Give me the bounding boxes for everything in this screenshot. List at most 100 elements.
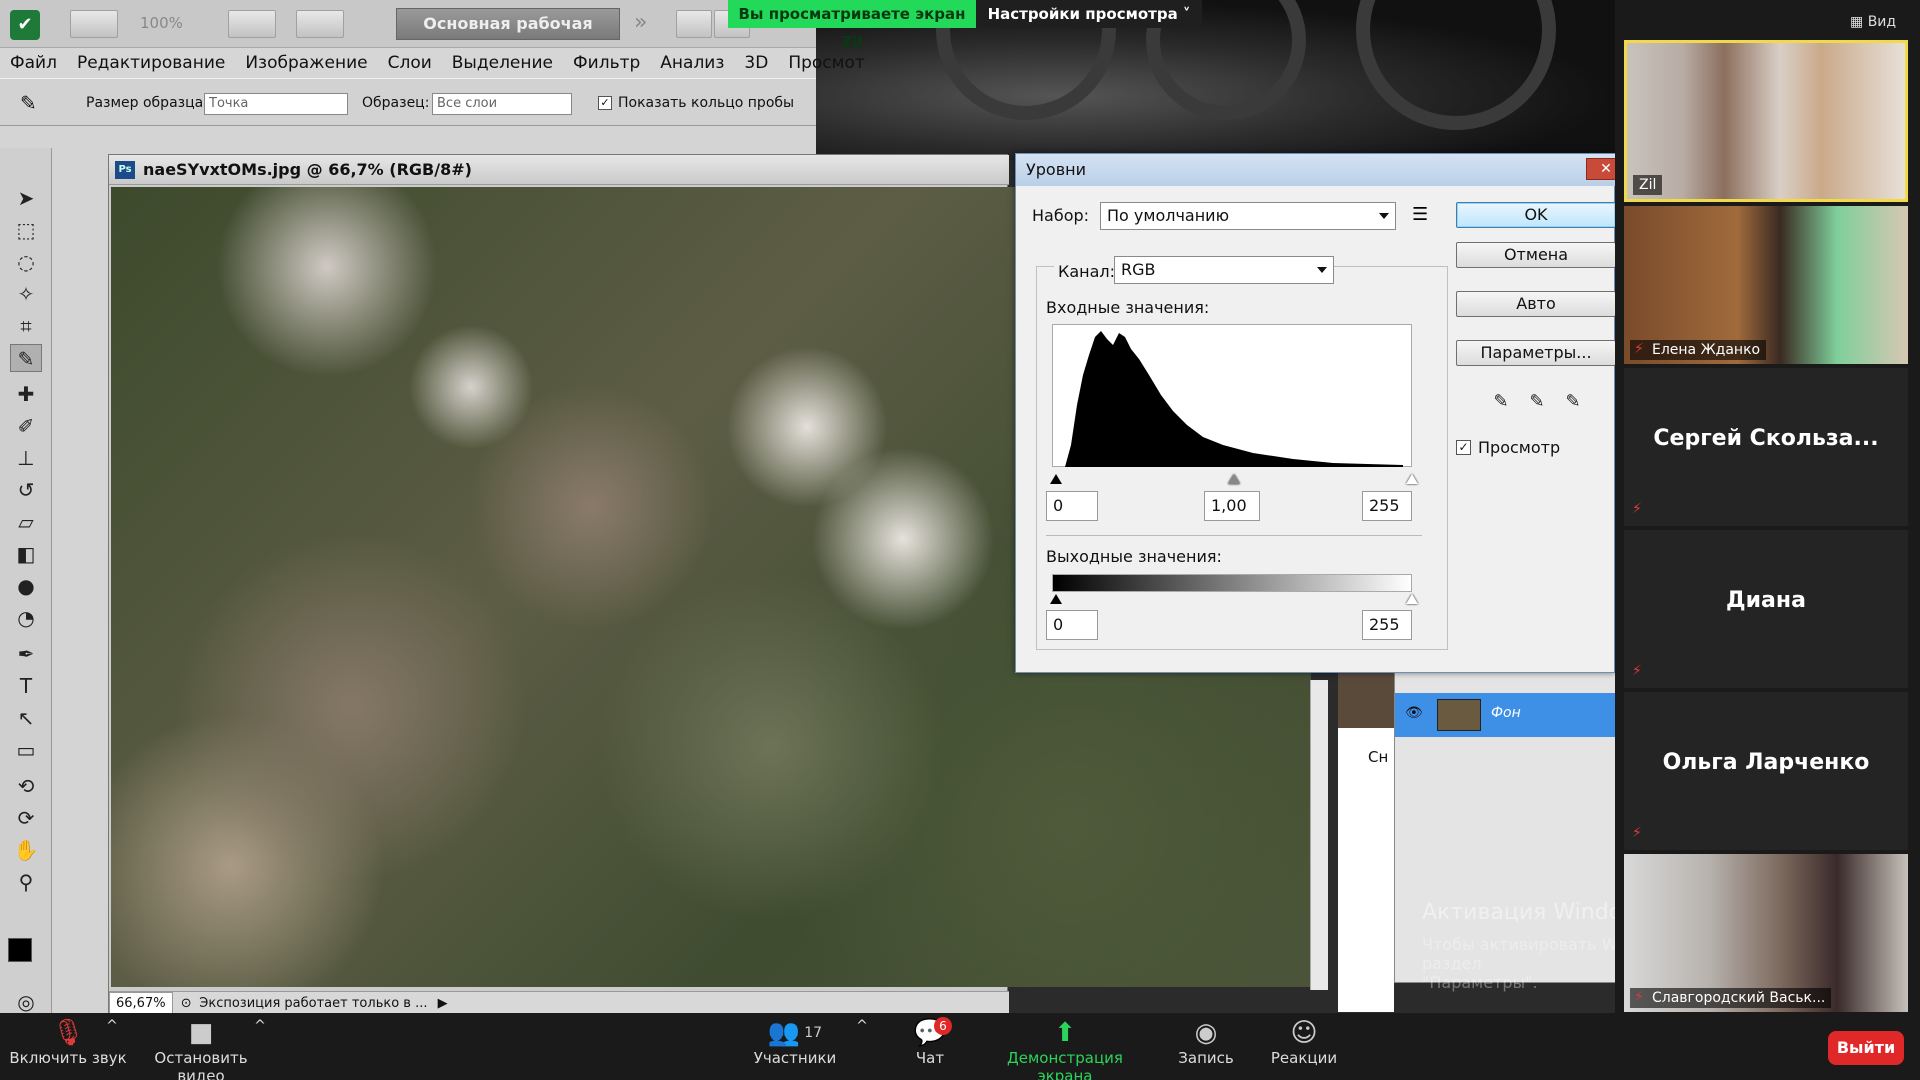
menu-file[interactable]: Файл (0, 48, 67, 78)
move-tool-icon[interactable]: ➤ (10, 184, 42, 212)
participants-button[interactable]: 👥 17 Участники (750, 1013, 840, 1080)
eraser-tool-icon[interactable]: ▱ (10, 508, 42, 536)
preset-select[interactable]: По умолчанию (1100, 202, 1396, 230)
input-gamma-field[interactable]: 1,00 (1204, 491, 1260, 521)
menu-layers[interactable]: Слои (378, 48, 442, 78)
participants-options-icon[interactable]: ^ (854, 1013, 870, 1080)
photoshop-window: ✔ 100% Основная рабочая среда » Файл Ред… (0, 0, 1311, 1013)
zoom-combo[interactable]: 100% (140, 14, 183, 32)
preset-options-icon[interactable]: ☰ (1412, 204, 1428, 225)
path-select-icon[interactable]: ↖ (10, 704, 42, 732)
pen-tool-icon[interactable]: ✒ (10, 640, 42, 668)
windows-activation-title: Активация Windows (1422, 900, 1615, 925)
bridge-button[interactable] (70, 10, 118, 38)
output-black-field[interactable]: 0 (1046, 610, 1098, 640)
preview-checkbox[interactable]: ✓ (1456, 440, 1471, 455)
white-eyedropper-icon[interactable]: ✎ (1562, 391, 1584, 413)
menu-filter[interactable]: Фильтр (563, 48, 650, 78)
layer-name[interactable]: Фон (1491, 705, 1521, 721)
lasso-tool-icon[interactable]: ◌ (10, 248, 42, 276)
healing-brush-icon[interactable]: ✚ (10, 380, 42, 408)
type-tool-icon[interactable]: T (10, 672, 42, 700)
3d-rotate-icon[interactable]: ⟲ (10, 772, 42, 800)
stop-video-button[interactable]: ■ Остановить видео (136, 1013, 266, 1080)
workspace-button[interactable]: Основная рабочая среда (396, 8, 620, 63)
channel-select[interactable]: RGB (1114, 256, 1334, 284)
status-arrow-icon[interactable]: ▶ (438, 996, 448, 1011)
options-button[interactable]: Параметры... (1456, 340, 1615, 366)
visibility-eye-icon[interactable]: 👁 (1405, 705, 1423, 721)
foreground-color-swatch[interactable] (8, 938, 32, 962)
video-options-icon[interactable]: ^ (252, 1013, 268, 1080)
quick-mask-icon[interactable]: ◎ (10, 988, 42, 1013)
eyedropper-icon[interactable]: ✎ (20, 91, 37, 115)
history-brush-icon[interactable]: ↺ (10, 476, 42, 504)
quick-select-icon[interactable]: ✧ (10, 280, 42, 308)
chevron-right-icon[interactable]: » (634, 10, 647, 35)
output-black-slider[interactable] (1050, 594, 1062, 604)
view-button[interactable]: ▦ Вид (1850, 10, 1920, 34)
gray-eyedropper-icon[interactable]: ✎ (1526, 391, 1548, 413)
black-eyedropper-icon[interactable]: ✎ (1490, 391, 1512, 413)
layer-thumbnail (1437, 699, 1481, 731)
doc-zoom-field[interactable]: 66,67% (109, 992, 173, 1013)
menu-select[interactable]: Выделение (442, 48, 563, 78)
view-extras-button[interactable] (228, 10, 276, 38)
chat-label: Чат (915, 1049, 945, 1067)
leave-button[interactable]: Выйти (1828, 1031, 1904, 1065)
minimize-button[interactable] (676, 10, 712, 38)
input-white-field[interactable]: 255 (1362, 491, 1412, 521)
eyedropper-tool-icon[interactable]: ✎ (10, 344, 42, 372)
view-options-button[interactable]: Настройки просмотра ˅ (976, 0, 1202, 28)
output-white-slider[interactable] (1406, 594, 1418, 604)
chat-button[interactable]: 💬 Чат 6 (900, 1013, 960, 1080)
dodge-tool-icon[interactable]: ◔ (10, 604, 42, 632)
vertical-scrollbar[interactable] (1310, 680, 1328, 990)
layer-row[interactable]: 👁 Фон (1395, 693, 1615, 737)
input-black-field[interactable]: 0 (1046, 491, 1098, 521)
reactions-icon: ☺ (1290, 1018, 1318, 1048)
stamp-tool-icon[interactable]: ⊥ (10, 444, 42, 472)
cancel-button[interactable]: Отмена (1456, 242, 1615, 268)
sample-size-select[interactable]: Точка (204, 93, 348, 115)
tile-name: Сергей Скольза... (1653, 426, 1879, 451)
crop-tool-icon[interactable]: ⌗ (10, 312, 42, 340)
reactions-button[interactable]: ☺ Реакции (1262, 1013, 1346, 1080)
ok-button[interactable]: OK (1456, 202, 1615, 228)
auto-button[interactable]: Авто (1456, 291, 1615, 317)
video-tile-olga[interactable]: Ольга Ларченко ⚡ (1624, 692, 1908, 850)
close-icon[interactable]: ✕ (1586, 158, 1615, 180)
video-tile-elena[interactable]: ⚡ Елена Жданко (1624, 206, 1908, 364)
hand-tool-icon[interactable]: ✋ (10, 836, 42, 864)
status-info-icon[interactable]: ⊙ (177, 993, 195, 1013)
video-tile-slavgorodsky[interactable]: ⚡ Славгородский Васьк... (1624, 854, 1908, 1012)
paint-bucket-icon[interactable]: ◧ (10, 540, 42, 568)
blur-tool-icon[interactable]: ● (10, 572, 42, 600)
menu-edit[interactable]: Редактирование (67, 48, 235, 78)
record-button[interactable]: ◉ Запись (1166, 1013, 1246, 1080)
marquee-tool-icon[interactable]: ⬚ (10, 216, 42, 244)
show-ring-checkbox[interactable]: ✓ (598, 96, 612, 110)
output-white-field[interactable]: 255 (1362, 610, 1412, 640)
menu-analysis[interactable]: Анализ (650, 48, 734, 78)
video-tile-zil[interactable]: Zil (1624, 40, 1908, 202)
chat-badge: 6 (934, 1017, 952, 1035)
share-screen-button[interactable]: ⬆ Демонстрация экрана (980, 1013, 1150, 1080)
menu-image[interactable]: Изображение (235, 48, 377, 78)
mic-muted-icon: ⚡ (1632, 663, 1642, 679)
3d-orbit-icon[interactable]: ⟳ (10, 804, 42, 832)
document-title[interactable]: naeSYvxtOMs.jpg @ 66,7% (RGB/8#) (109, 155, 1009, 185)
windows-activation-text: Чтобы активировать Windows, перейдите в … (1422, 935, 1615, 992)
arrange-button[interactable] (296, 10, 344, 38)
input-white-slider[interactable] (1406, 474, 1418, 484)
input-gamma-slider[interactable] (1228, 474, 1240, 484)
zoom-tool-icon[interactable]: ⚲ (10, 868, 42, 896)
shape-tool-icon[interactable]: ▭ (10, 736, 42, 764)
input-black-slider[interactable] (1050, 474, 1062, 484)
video-tile-sergey[interactable]: Сергей Скольза... ⚡ (1624, 368, 1908, 526)
brush-tool-icon[interactable]: ✐ (10, 412, 42, 440)
menu-3d[interactable]: 3D (734, 48, 778, 78)
sample-select[interactable]: Все слои (432, 93, 572, 115)
video-tile-diana[interactable]: Диана ⚡ (1624, 530, 1908, 688)
audio-options-icon[interactable]: ^ (104, 1013, 120, 1080)
